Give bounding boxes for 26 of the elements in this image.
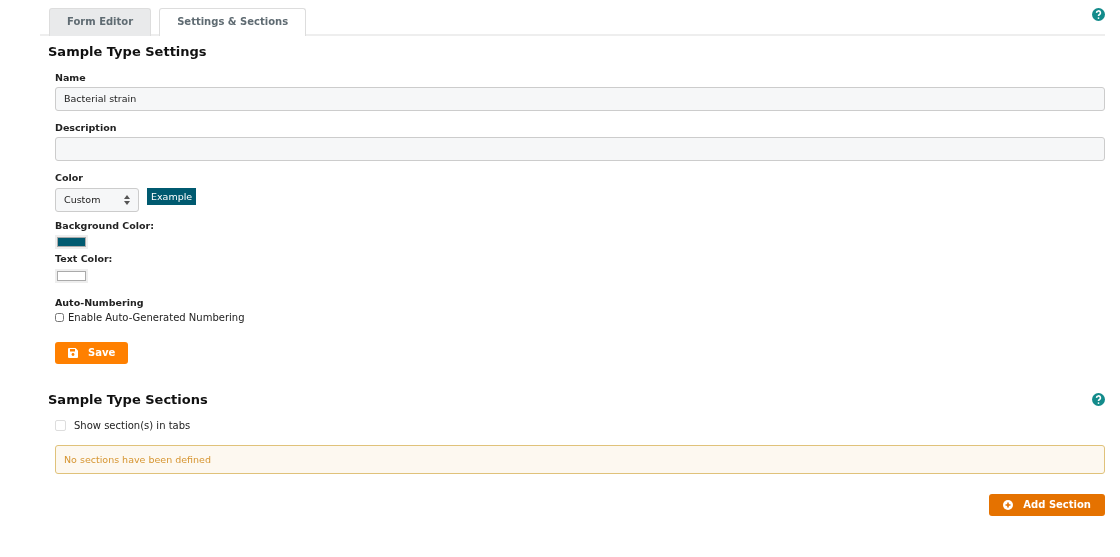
section-title: Sample Type Settings [48,44,208,60]
description-field[interactable] [55,137,1105,162]
tab[interactable]: Settings & Sections [159,8,307,36]
field-label: Color [55,172,84,184]
color-swatch[interactable] [55,268,88,283]
checkbox[interactable] [55,420,66,432]
help-icon[interactable] [1092,8,1105,21]
field-label: Name [55,71,87,83]
tab[interactable]: Form Editor [49,8,152,36]
name-field[interactable]: Bacterial strain [55,87,1105,111]
color-select[interactable]: Custom [55,187,139,212]
field-label: Description [55,122,118,134]
checkbox[interactable] [55,313,64,323]
example-button[interactable]: Example [147,187,197,206]
field-label: Background Color: [55,219,155,232]
section-title: Sample Type Sections [48,391,208,408]
checkbox-label: Enable Auto-Generated Numbering [68,311,245,324]
color-swatch[interactable] [55,235,88,250]
empty-notice: No sections have been defined [55,444,1105,474]
help-icon[interactable] [1092,393,1105,407]
plus-circle-icon [1003,499,1014,510]
checkbox-label: Show section(s) in tabs [74,419,191,432]
add-section-button[interactable]: Add Section [989,493,1105,516]
sort-icon [124,194,130,205]
field-label: Auto-Numbering [55,296,145,308]
field-label: Text Color: [55,253,114,265]
